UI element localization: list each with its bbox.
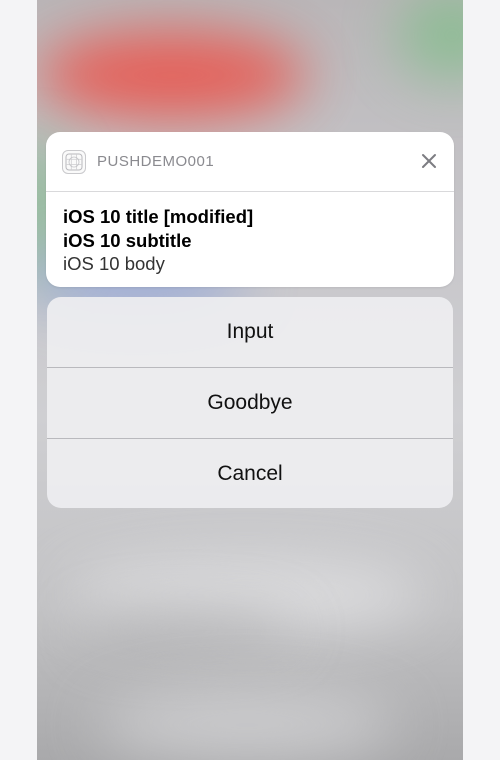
goodbye-action-button[interactable]: Goodbye <box>47 367 453 438</box>
blurred-red-shape <box>37 30 307 120</box>
app-name: PUSHDEMO001 <box>97 153 215 170</box>
input-action-button[interactable]: Input <box>47 297 453 367</box>
blurred-green-shape <box>397 0 463 80</box>
notification-header: PUSHDEMO001 <box>46 132 454 192</box>
cancel-action-button[interactable]: Cancel <box>47 438 453 508</box>
app-grid-icon <box>62 149 86 174</box>
notification-body: iOS 10 title [modified] iOS 10 subtitle … <box>46 192 454 276</box>
notification-subtitle: iOS 10 subtitle <box>63 229 192 251</box>
blurred-dark-shape <box>77 610 297 650</box>
blurred-light-shape-2 <box>97 690 397 760</box>
notification-title: iOS 10 title [modified] <box>63 206 254 227</box>
action-sheet: Input Goodbye Cancel <box>47 297 453 508</box>
close-button[interactable] <box>418 150 440 172</box>
notification-card[interactable]: PUSHDEMO001 iOS 10 title [modified] iOS … <box>46 132 454 287</box>
close-icon <box>422 154 436 168</box>
notification-body-text: iOS 10 body <box>63 253 165 274</box>
